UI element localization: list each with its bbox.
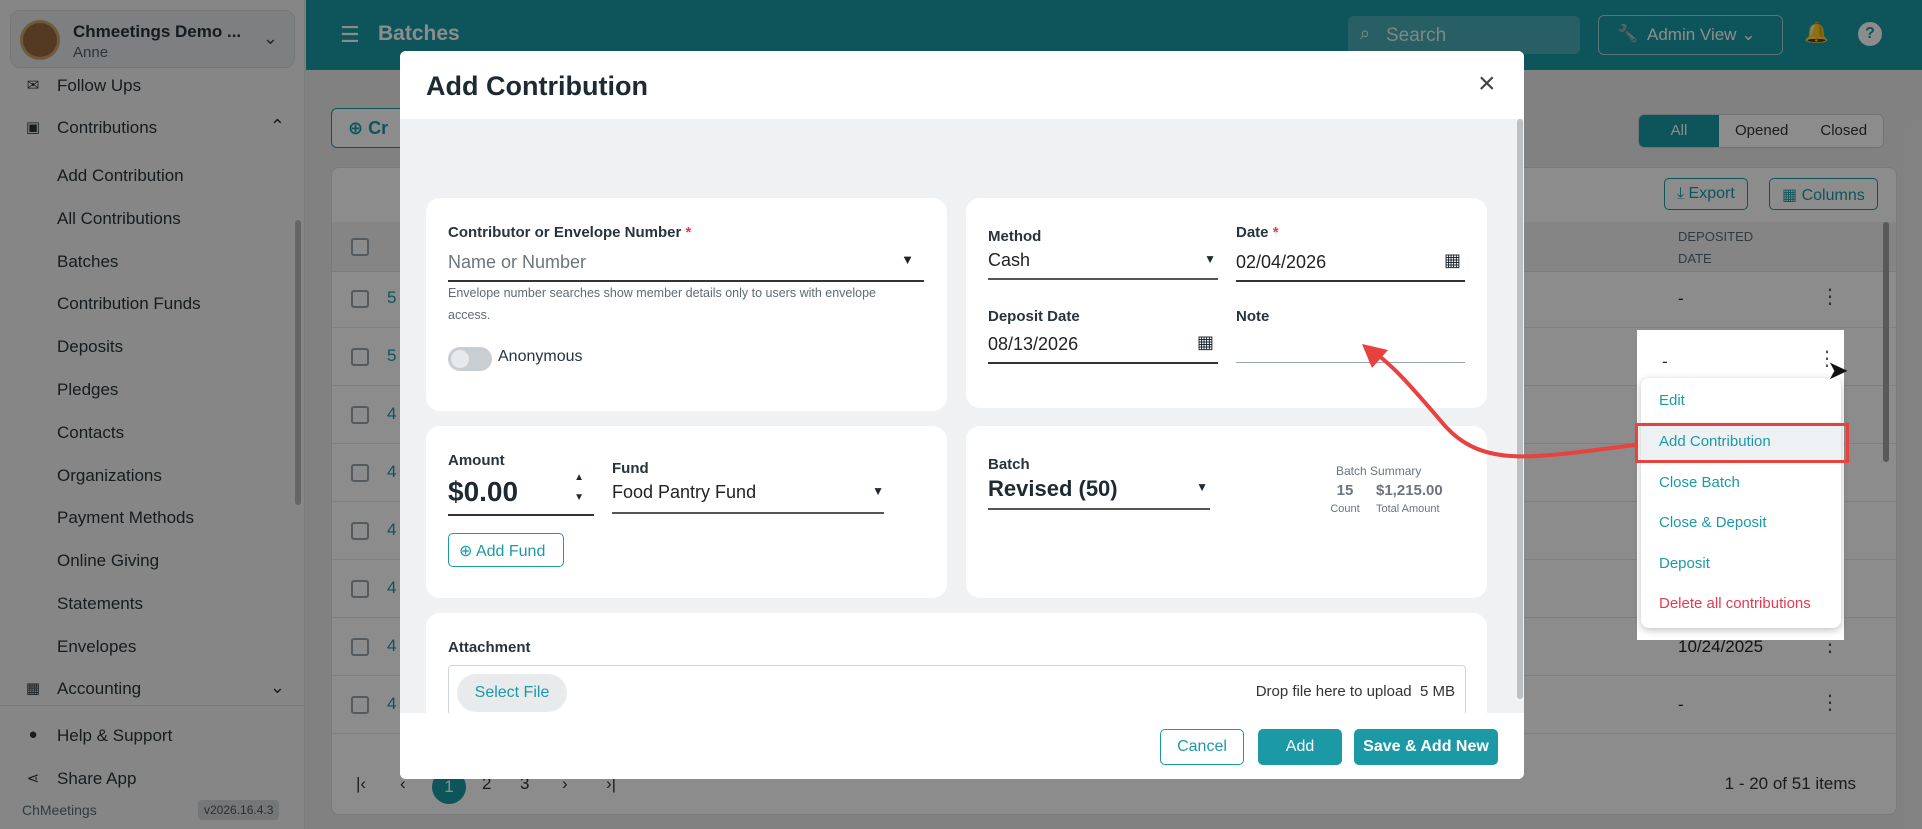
- caret-down-icon: ▼: [901, 252, 914, 267]
- contributor-panel: Contributor or Envelope Number * Name or…: [426, 198, 947, 411]
- calendar-icon[interactable]: ▦: [1444, 250, 1461, 271]
- caret-down-icon: ▼: [1204, 252, 1216, 266]
- cancel-button[interactable]: Cancel: [1160, 729, 1244, 765]
- method-panel: Method Cash ▼ Date * 02/04/2026 ▦ Deposi…: [966, 198, 1487, 408]
- input-underline: [1236, 362, 1465, 363]
- increment-icon[interactable]: ▲: [574, 472, 584, 483]
- batch-label: Batch: [988, 456, 1030, 473]
- method-label: Method: [988, 228, 1042, 245]
- menu-item-edit[interactable]: Edit: [1659, 392, 1685, 409]
- add-contribution-modal: Add Contribution × Contributor or Envelo…: [400, 51, 1524, 779]
- mouse-cursor-icon: ➤: [1827, 355, 1849, 385]
- batch-count: 15: [1336, 482, 1354, 499]
- input-underline: [612, 512, 884, 514]
- calendar-icon[interactable]: ▦: [1197, 332, 1214, 353]
- fund-label: Fund: [612, 460, 649, 477]
- input-underline: [988, 508, 1210, 510]
- contributor-input[interactable]: Name or Number ▼: [448, 250, 924, 282]
- deposit-date-input[interactable]: 08/13/2026 ▦: [988, 332, 1218, 370]
- caret-down-icon: ▼: [1196, 480, 1208, 494]
- input-underline: [988, 362, 1218, 364]
- add-button[interactable]: Add: [1258, 729, 1342, 765]
- batch-summary-label: Batch Summary: [1336, 464, 1422, 478]
- modal-body: Contributor or Envelope Number * Name or…: [400, 119, 1524, 743]
- date-input[interactable]: 02/04/2026 ▦: [1236, 248, 1465, 284]
- amount-label: Amount: [448, 452, 505, 469]
- modal-scrollbar[interactable]: [1517, 119, 1523, 699]
- decrement-icon[interactable]: ▼: [574, 492, 584, 503]
- modal-header: Add Contribution ×: [400, 51, 1524, 119]
- fund-select[interactable]: Food Pantry Fund ▼: [612, 480, 884, 516]
- select-file-button[interactable]: Select File: [457, 674, 567, 712]
- amount-input[interactable]: $0.00 ▲ ▼: [448, 470, 594, 516]
- note-label: Note: [1236, 308, 1270, 325]
- batch-select[interactable]: Revised (50) ▼: [988, 474, 1210, 512]
- contributor-label: Contributor or Envelope Number *: [448, 224, 692, 241]
- method-select[interactable]: Cash ▼: [988, 248, 1218, 284]
- save-add-new-button[interactable]: Save & Add New: [1354, 729, 1498, 765]
- batch-panel: Batch Revised (50) ▼ Batch Summary 15 Co…: [966, 426, 1487, 598]
- menu-item-deposit[interactable]: Deposit: [1659, 555, 1710, 572]
- add-fund-button[interactable]: ⊕ Add Fund: [448, 533, 564, 567]
- date-label: Date *: [1236, 224, 1279, 241]
- input-underline: [1236, 280, 1465, 282]
- amount-panel: Amount $0.00 ▲ ▼ Fund Food Pantry Fund ▼…: [426, 426, 947, 598]
- close-icon[interactable]: ×: [1478, 67, 1496, 101]
- row-actions-menu: Edit Add Contribution Close Batch Close …: [1641, 378, 1841, 628]
- input-underline: [988, 278, 1218, 280]
- batch-count-label: Count: [1330, 503, 1360, 515]
- annotation-highlight-box: [1635, 423, 1849, 463]
- contributor-hint: Envelope number searches show member det…: [448, 286, 877, 322]
- caret-down-icon: ▼: [872, 484, 884, 498]
- modal-title: Add Contribution: [426, 71, 648, 101]
- batch-total-label: Total Amount: [1376, 503, 1440, 515]
- anonymous-label: Anonymous: [498, 348, 583, 365]
- input-underline: [448, 514, 594, 516]
- drop-hint: Drop file here to upload 5 MB: [1255, 683, 1455, 700]
- deposit-date-label: Deposit Date: [988, 308, 1080, 325]
- menu-item-delete-all[interactable]: Delete all contributions: [1659, 595, 1811, 612]
- attachment-label: Attachment: [448, 639, 531, 656]
- note-input[interactable]: [1236, 334, 1465, 370]
- menu-item-close-batch[interactable]: Close Batch: [1659, 474, 1740, 491]
- plus-circle-icon: ⊕: [459, 543, 473, 560]
- batch-total: $1,215.00: [1376, 482, 1443, 499]
- menu-item-close-deposit[interactable]: Close & Deposit: [1659, 514, 1767, 531]
- anonymous-toggle[interactable]: [448, 347, 492, 371]
